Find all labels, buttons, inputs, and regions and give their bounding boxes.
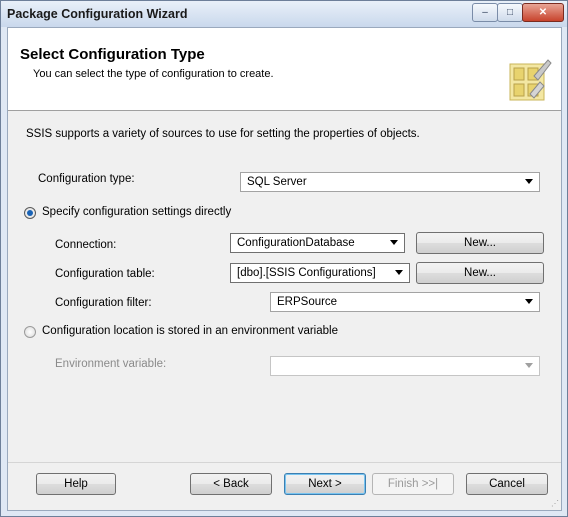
footer-divider (8, 462, 561, 463)
help-button[interactable]: Help (36, 473, 116, 495)
maximize-button[interactable]: □ (497, 3, 523, 22)
radio-direct-label[interactable]: Specify configuration settings directly (42, 206, 231, 218)
cancel-button[interactable]: Cancel (466, 473, 548, 495)
config-filter-label: Configuration filter: (55, 297, 152, 309)
chevron-down-icon (525, 363, 533, 368)
back-button[interactable]: < Back (190, 473, 272, 495)
chevron-down-icon (395, 270, 403, 275)
wizard-window: Package Configuration Wizard – □ ✕ Selec… (0, 0, 568, 517)
config-type-value: SQL Server (247, 176, 307, 188)
config-filter-value: ERPSource (277, 296, 338, 308)
maximize-icon: □ (506, 7, 514, 18)
page-title: Select Configuration Type (20, 46, 205, 63)
connection-label: Connection: (55, 239, 117, 251)
config-table-select[interactable]: [dbo].[SSIS Configurations] (230, 263, 410, 283)
wizard-logo-icon (509, 59, 552, 101)
config-type-label: Configuration type: (38, 173, 135, 185)
wizard-page: Select Configuration Type You can select… (7, 27, 562, 511)
chevron-down-icon (525, 299, 533, 304)
chevron-down-icon (525, 179, 533, 184)
finish-button[interactable]: Finish >>| (372, 473, 454, 495)
env-variable-label: Environment variable: (55, 358, 167, 370)
radio-env-label[interactable]: Configuration location is stored in an e… (42, 325, 338, 337)
connection-value: ConfigurationDatabase (237, 237, 355, 249)
title-bar[interactable]: Package Configuration Wizard – □ ✕ (1, 1, 567, 27)
config-table-value: [dbo].[SSIS Configurations] (237, 267, 376, 279)
close-icon: ✕ (538, 7, 548, 18)
config-table-label: Configuration table: (55, 268, 155, 280)
description-text: SSIS supports a variety of sources to us… (26, 128, 420, 140)
window-title: Package Configuration Wizard (7, 7, 188, 21)
minimize-button[interactable]: – (472, 3, 498, 22)
config-table-new-button[interactable]: New... (416, 262, 544, 284)
connection-new-button[interactable]: New... (416, 232, 544, 254)
radio-env[interactable] (24, 326, 36, 338)
page-subtitle: You can select the type of configuration… (33, 68, 274, 80)
resize-grip-icon[interactable]: ⋰ (551, 499, 559, 508)
env-variable-select[interactable] (270, 356, 540, 376)
wizard-header: Select Configuration Type You can select… (8, 28, 561, 111)
config-type-select[interactable]: SQL Server (240, 172, 540, 192)
close-button[interactable]: ✕ (522, 3, 564, 22)
next-button[interactable]: Next > (284, 473, 366, 495)
chevron-down-icon (390, 240, 398, 245)
minimize-icon: – (482, 7, 488, 18)
config-filter-select[interactable]: ERPSource (270, 292, 540, 312)
radio-direct[interactable] (24, 207, 36, 219)
connection-select[interactable]: ConfigurationDatabase (230, 233, 405, 253)
